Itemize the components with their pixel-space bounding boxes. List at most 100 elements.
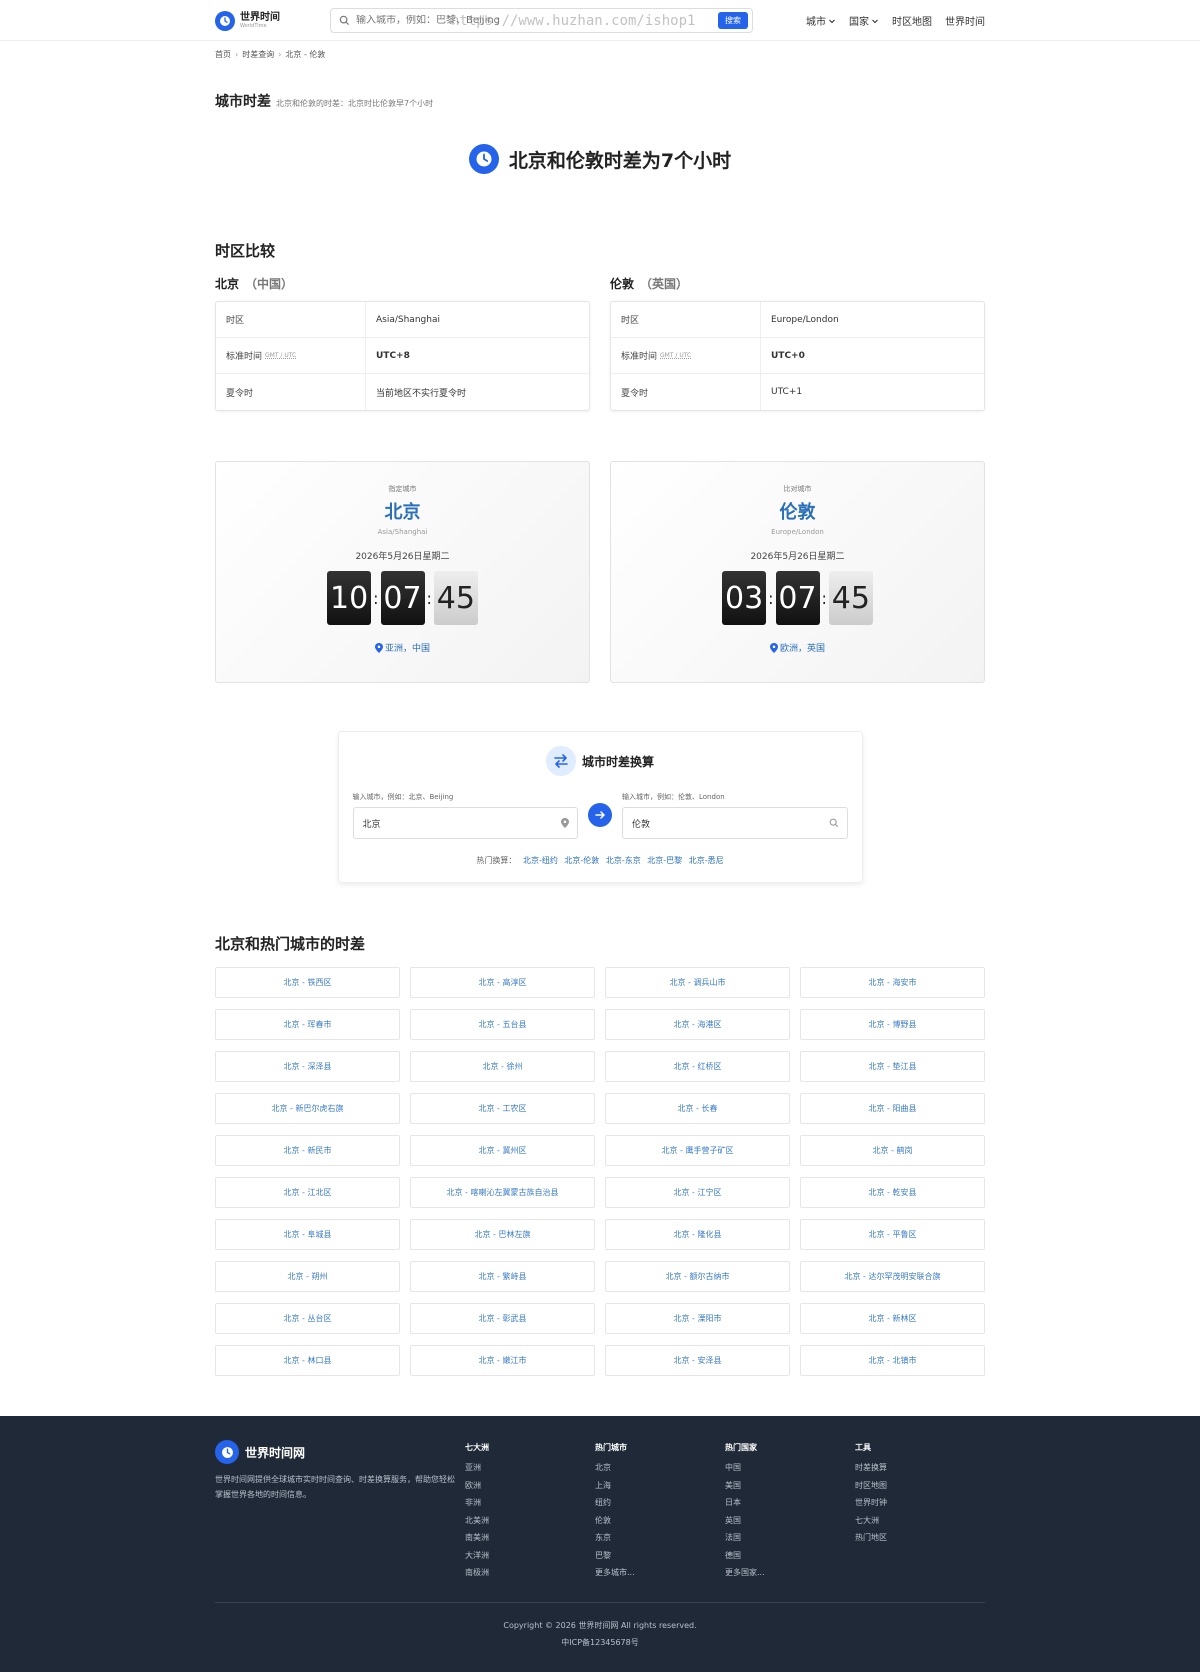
- hot-city-link[interactable]: 北京 - 新巴尔虎右旗: [215, 1093, 400, 1124]
- convert-button[interactable]: [588, 803, 612, 827]
- footer-link[interactable]: 时差换算: [855, 1459, 985, 1477]
- hot-city-link[interactable]: 北京 - 五台县: [410, 1009, 595, 1040]
- headline: 北京和伦敦时差为7个小时: [215, 143, 985, 175]
- hot-city-link[interactable]: 北京 - 新民市: [215, 1135, 400, 1166]
- footer-link[interactable]: 南极洲: [465, 1564, 595, 1582]
- hot-city-link[interactable]: 北京 - 新林区: [800, 1303, 985, 1334]
- hot-link[interactable]: 北京-东京: [606, 856, 641, 865]
- nav-cities[interactable]: 城市: [806, 13, 836, 28]
- hot-city-link[interactable]: 北京 - 喀喇沁左翼蒙古族自治县: [410, 1177, 595, 1208]
- to-city-input[interactable]: 伦敦: [622, 807, 848, 839]
- hot-city-link[interactable]: 北京 - 珲春市: [215, 1009, 400, 1040]
- footer-link[interactable]: 热门地区: [855, 1529, 985, 1547]
- hot-city-link[interactable]: 北京 - 工农区: [410, 1093, 595, 1124]
- logo[interactable]: 世界时间 WorldTime: [215, 10, 280, 31]
- breadcrumb: 首页 › 时差查询 › 北京 - 伦敦: [215, 41, 985, 61]
- hot-city-link[interactable]: 北京 - 阜城县: [215, 1219, 400, 1250]
- hot-city-link[interactable]: 北京 - 彰武县: [410, 1303, 595, 1334]
- nav-countries[interactable]: 国家: [849, 13, 879, 28]
- card-location[interactable]: 亚洲，中国: [374, 641, 430, 654]
- footer-link[interactable]: 世界时钟: [855, 1494, 985, 1512]
- hot-city-link[interactable]: 北京 - 冀州区: [410, 1135, 595, 1166]
- gmt-utc-hint[interactable]: GMT / UTC: [265, 352, 296, 359]
- hot-city-link[interactable]: 北京 - 安泽县: [605, 1345, 790, 1376]
- footer-link[interactable]: 法国: [725, 1529, 855, 1547]
- hot-city-link[interactable]: 北京 - 海港区: [605, 1009, 790, 1040]
- footer-link[interactable]: 欧洲: [465, 1477, 595, 1495]
- hot-city-link[interactable]: 北京 - 阳曲县: [800, 1093, 985, 1124]
- hot-city-link[interactable]: 北京 - 达尔罕茂明安联合旗: [800, 1261, 985, 1292]
- footer-logo[interactable]: 世界时间网: [215, 1440, 465, 1464]
- hot-city-link[interactable]: 北京 - 巴林左旗: [410, 1219, 595, 1250]
- hot-city-link[interactable]: 北京 - 额尔古纳市: [605, 1261, 790, 1292]
- footer-link[interactable]: 时区地图: [855, 1477, 985, 1495]
- hot-city-link[interactable]: 北京 - 长春: [605, 1093, 790, 1124]
- hot-city-link[interactable]: 北京 - 深泽县: [215, 1051, 400, 1082]
- footer-link[interactable]: 巴黎: [595, 1547, 725, 1565]
- clock-card-right: 比对城市 伦敦 Europe/London 2026年5月26日星期二 03: …: [610, 461, 985, 683]
- hot-city-link[interactable]: 北京 - 繁峙县: [410, 1261, 595, 1292]
- footer-link[interactable]: 伦敦: [595, 1512, 725, 1530]
- breadcrumb-home[interactable]: 首页: [215, 49, 231, 60]
- hot-city-link[interactable]: 北京 - 铁西区: [215, 967, 400, 998]
- main-content: 首页 › 时差查询 › 北京 - 伦敦 城市时差 北京和伦敦的时差：北京时比伦敦…: [215, 41, 985, 1376]
- row-value: 当前地区不实行夏令时: [376, 388, 467, 399]
- hot-city-link[interactable]: 北京 - 博野县: [800, 1009, 985, 1040]
- footer-link[interactable]: 更多国家...: [725, 1564, 855, 1582]
- search-icon: [829, 818, 838, 828]
- footer-link[interactable]: 英国: [725, 1512, 855, 1530]
- hot-link[interactable]: 北京-巴黎: [647, 856, 682, 865]
- card-location[interactable]: 欧洲，英国: [769, 641, 825, 654]
- hot-city-link[interactable]: 北京 - 朔州: [215, 1261, 400, 1292]
- footer-link[interactable]: 日本: [725, 1494, 855, 1512]
- footer-link[interactable]: 美国: [725, 1477, 855, 1495]
- search-input[interactable]: [356, 15, 718, 26]
- nav-timezone-map[interactable]: 时区地图: [892, 13, 932, 28]
- footer-link[interactable]: 上海: [595, 1477, 725, 1495]
- footer-link[interactable]: 七大洲: [855, 1512, 985, 1530]
- hot-city-link[interactable]: 北京 - 江宁区: [605, 1177, 790, 1208]
- footer-link[interactable]: 中国: [725, 1459, 855, 1477]
- hot-city-link[interactable]: 北京 - 江北区: [215, 1177, 400, 1208]
- hot-city-link[interactable]: 北京 - 林口县: [215, 1345, 400, 1376]
- hot-link[interactable]: 北京-纽约: [523, 856, 558, 865]
- breadcrumb-time-query[interactable]: 时差查询: [242, 49, 274, 60]
- footer-link[interactable]: 南美洲: [465, 1529, 595, 1547]
- footer-link[interactable]: 东京: [595, 1529, 725, 1547]
- footer-link[interactable]: 更多城市...: [595, 1564, 725, 1582]
- footer-link[interactable]: 大洋洲: [465, 1547, 595, 1565]
- hot-city-link[interactable]: 北京 - 北镇市: [800, 1345, 985, 1376]
- footer-link[interactable]: 北京: [595, 1459, 725, 1477]
- hot-city-link[interactable]: 北京 - 嫩江市: [410, 1345, 595, 1376]
- hot-city-link[interactable]: 北京 - 溧阳市: [605, 1303, 790, 1334]
- icp-number[interactable]: 中ICP备12345678号: [215, 1634, 985, 1651]
- clock-cards: 指定城市 北京 Asia/Shanghai 2026年5月26日星期二 10: …: [215, 461, 985, 683]
- nav-world-time[interactable]: 世界时间: [945, 13, 985, 28]
- hot-city-link[interactable]: 北京 - 红桥区: [605, 1051, 790, 1082]
- table-row: 夏令时 UTC+1: [611, 374, 984, 410]
- hot-city-link[interactable]: 北京 - 乾安县: [800, 1177, 985, 1208]
- search-button[interactable]: 搜索: [718, 12, 748, 29]
- from-city-input[interactable]: 北京: [352, 807, 578, 839]
- hot-city-link[interactable]: 北京 - 丛台区: [215, 1303, 400, 1334]
- footer-link[interactable]: 非洲: [465, 1494, 595, 1512]
- gmt-utc-hint[interactable]: GMT / UTC: [660, 352, 691, 359]
- hot-city-link[interactable]: 北京 - 隆化县: [605, 1219, 790, 1250]
- hot-city-link[interactable]: 北京 - 海安市: [800, 967, 985, 998]
- hot-city-link[interactable]: 北京 - 垫江县: [800, 1051, 985, 1082]
- clock-icon: [215, 1440, 239, 1464]
- hot-city-link[interactable]: 北京 - 鹤岗: [800, 1135, 985, 1166]
- hot-link[interactable]: 北京-伦敦: [564, 856, 599, 865]
- map-pin-icon: [561, 818, 569, 828]
- hot-city-link[interactable]: 北京 - 调兵山市: [605, 967, 790, 998]
- footer-link[interactable]: 北美洲: [465, 1512, 595, 1530]
- hot-city-link[interactable]: 北京 - 高淳区: [410, 967, 595, 998]
- footer-link[interactable]: 纽约: [595, 1494, 725, 1512]
- hot-city-link[interactable]: 北京 - 平鲁区: [800, 1219, 985, 1250]
- compare-left: 北京 （中国） 时区 Asia/Shanghai 标准时间 GMT / UTC UTC+…: [215, 275, 590, 411]
- footer-link[interactable]: 亚洲: [465, 1459, 595, 1477]
- footer-link[interactable]: 德国: [725, 1547, 855, 1565]
- hot-link[interactable]: 北京-悉尼: [689, 856, 724, 865]
- hot-city-link[interactable]: 北京 - 鹰手营子矿区: [605, 1135, 790, 1166]
- hot-city-link[interactable]: 北京 - 徐州: [410, 1051, 595, 1082]
